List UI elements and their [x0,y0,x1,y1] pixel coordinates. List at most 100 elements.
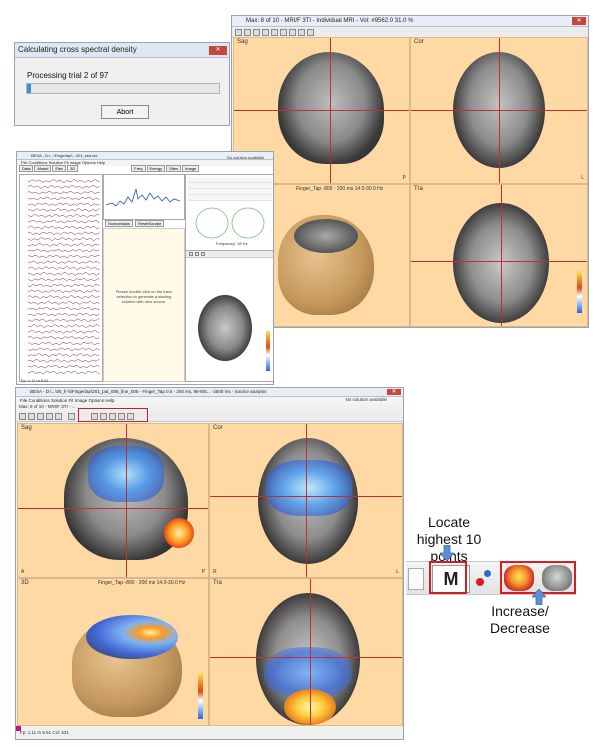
eeg-trace-line [27,254,100,258]
sagittal-pane[interactable]: Sag A P [17,423,209,578]
coronal-pane[interactable]: Cor R L [209,423,403,578]
pane-label-tra: Tra [414,186,423,192]
pane-label-tra: Tra [213,580,222,586]
three-d-pane[interactable]: 3D Finger_Tap -800 · 200 ms 14.0-30.0 Hz [17,578,209,726]
coronal-pane[interactable]: Cor L [410,37,588,184]
sagittal-mri-slice [278,52,384,164]
small-mri-panel[interactable] [185,250,273,382]
crosshair-h [234,110,409,111]
crosshair-v [126,424,127,577]
close-icon[interactable]: ✕ [209,46,227,55]
spectrum-panel[interactable] [103,174,185,220]
progress-status: Processing trial 2 of 97 [27,71,109,80]
tab-sites[interactable]: Sites [166,165,182,172]
progress-dialog-title: Calculating cross spectral density [18,45,137,54]
transverse-pane[interactable]: Tra [209,578,403,726]
eeg-trace-line [27,202,100,206]
arrow-down-icon [440,545,454,561]
minus-icon[interactable] [46,412,53,420]
eeg-trace-line [27,260,100,264]
eeg-trace-line [27,347,100,351]
eeg-traces [27,179,100,375]
tab-elec[interactable]: Elec [52,165,67,172]
small-mri-toolbar [186,251,273,258]
corner-label-r: R [213,569,217,575]
tab-3d[interactable]: 3D [67,165,79,172]
minus-icon[interactable] [201,252,205,256]
eeg-status: No solution available [227,155,264,160]
close-icon[interactable]: ✕ [572,17,586,25]
reset-source-button[interactable]: ResetSourpe [135,220,165,227]
eeg-trace-line [27,225,100,230]
eeg-trace-line [27,295,100,299]
activation-overlay-warm [164,518,194,548]
crosshair-v [499,38,500,183]
crosshair-h [210,657,402,658]
plus-icon[interactable] [253,28,260,36]
color-scale-bar [577,271,582,313]
eeg-bottom-status: Fp: 1.11 m 8.51 [21,378,49,383]
zoom-icon[interactable] [55,412,62,420]
grid-icon[interactable] [68,412,75,420]
eeg-trace-line [27,283,100,287]
abort-button[interactable]: Abort [101,105,149,119]
param-table [188,177,272,201]
target-icon[interactable] [474,566,496,590]
grid-icon[interactable] [408,568,424,590]
progress-dialog-titlebar: Calculating cross spectral density [15,43,229,58]
3d-head-cut-surface [86,615,178,659]
open-icon[interactable] [189,252,193,256]
head-map-panel[interactable]: Frequency: 18 Hz [185,174,273,251]
pane-label-sag: Sag [237,39,248,45]
eeg-trace-line [27,307,100,311]
frequency-label: Frequency: 18 Hz [216,241,248,246]
close-icon[interactable]: ✕ [387,389,401,395]
corner-label-l: L [396,569,399,575]
minus-icon[interactable] [262,28,269,36]
crosshair-v [310,579,311,725]
eeg-trace-line [27,272,100,276]
besa-bottom-status: Fp: 1.11 m 8.51 Cxl: 531 [20,730,69,735]
progress-dialog: Calculating cross spectral density ✕ Pro… [14,42,230,126]
zoom-icon[interactable] [271,28,278,36]
open-icon[interactable] [235,28,242,36]
plus-icon[interactable] [37,412,44,420]
eeg-trace-line [27,190,100,195]
color-scale-bar [198,673,203,719]
decrease-icon[interactable] [307,28,314,36]
eeg-trace-line [27,248,100,253]
besa-window: BESA - D:\...\05_fr-5\Fingertap\201_pat_… [15,387,404,740]
transverse-pane[interactable]: Tra [410,184,588,327]
source-buttons: Sourcebasis ResetSourpe [105,220,165,227]
grid-icon[interactable] [280,28,287,36]
tab-image[interactable]: Image [182,165,200,172]
plus-icon[interactable] [195,252,199,256]
corner-label-l: L [581,175,584,181]
eeg-trace-line [27,324,100,328]
tab-model[interactable]: Model [34,165,52,172]
crosshair-h [18,508,208,509]
eeg-trace-line [27,243,100,247]
open-icon[interactable] [19,412,26,420]
activation-overlay-blue [266,460,352,516]
status-marker [16,726,21,731]
locate-points-icon[interactable] [289,28,296,36]
corner-label-p: P [201,569,205,575]
eeg-trace-line [27,318,100,322]
arrow-icon[interactable] [28,412,35,420]
tab-freq[interactable]: Freq [131,165,146,172]
sourcebasis-button[interactable]: Sourcebasis [105,220,134,227]
eeg-trace-line [27,196,100,201]
tab-energy[interactable]: Energy [146,165,166,172]
tab-data[interactable]: Data [19,165,34,172]
eeg-trace-line [27,237,100,241]
eeg-trace-panel[interactable] [19,174,103,382]
arrow-icon[interactable] [244,28,251,36]
crosshair-v [306,424,307,577]
pane-label-sag: Sag [21,425,32,431]
besa-subtitle: Max: 9 of 10 - MRI/F 3TI - ... [19,404,76,409]
increase-icon[interactable] [298,28,305,36]
besa-window-titlebar: BESA - D:\...\05_fr-5\Fingertap\201_pat_… [16,388,403,397]
eeg-trace-line [27,341,100,345]
eeg-trace-line [27,330,100,334]
